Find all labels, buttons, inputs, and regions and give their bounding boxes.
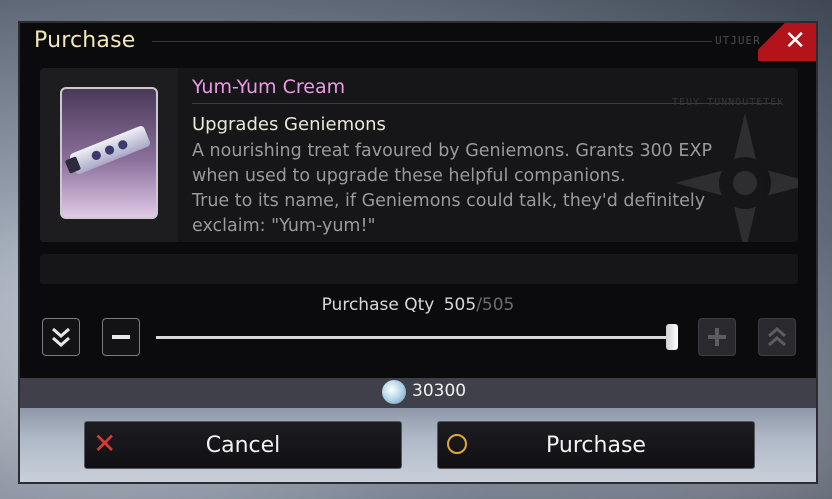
quantity-current: 505: [443, 295, 477, 315]
item-thumbnail-column: ● ● ●: [40, 68, 178, 242]
info-bar: [40, 254, 798, 284]
purchase-button-label: Purchase: [546, 433, 646, 458]
quantity-slider-handle[interactable]: [666, 324, 678, 350]
item-code: TEUY TUNNOUTETEK: [672, 97, 785, 108]
double-chevron-down-icon: [52, 327, 70, 347]
quantity-max: 505: [481, 295, 515, 315]
item-subtitle: Upgrades Geniemons: [192, 114, 386, 135]
decrease-button[interactable]: [102, 318, 140, 356]
plus-icon: [708, 328, 726, 346]
cream-tube-icon: ● ● ●: [64, 124, 152, 176]
button-area: ✕ Cancel Purchase: [20, 408, 816, 482]
gil-coin-icon: [382, 380, 406, 404]
decrease-max-button[interactable]: [42, 318, 80, 356]
double-chevron-up-icon: [768, 327, 786, 347]
quantity-label-text: Purchase Qty: [321, 295, 435, 315]
item-thumbnail: ● ● ●: [60, 87, 158, 219]
cost-amount: 30300: [412, 381, 467, 401]
close-button[interactable]: ✕: [758, 23, 816, 61]
quantity-label: Purchase Qty 505/505: [20, 295, 816, 315]
minus-icon: [112, 335, 130, 339]
item-panel: ● ● ● Yum-Yum Cream TEUY TUNNOUTETEK Upg…: [40, 68, 798, 242]
dialog-title: Purchase: [34, 28, 136, 53]
cost-bar: 30300: [20, 378, 816, 408]
cancel-button[interactable]: ✕ Cancel: [84, 421, 402, 469]
title-code: UTJUER: [715, 34, 761, 47]
emblem-icon: [675, 113, 798, 242]
close-icon: ✕: [784, 26, 806, 56]
purchase-dialog: Purchase UTJUER ✕ ● ● ● Yum-Yum Cream TE…: [18, 21, 818, 484]
item-name: Yum-Yum Cream: [192, 76, 346, 98]
quantity-slider-track[interactable]: [156, 336, 678, 339]
title-divider: [152, 41, 712, 42]
title-bar: Purchase UTJUER ✕: [20, 23, 816, 61]
increase-button[interactable]: [698, 318, 736, 356]
increase-max-button[interactable]: [758, 318, 796, 356]
cancel-button-label: Cancel: [205, 433, 281, 458]
purchase-button[interactable]: Purchase: [437, 421, 755, 469]
